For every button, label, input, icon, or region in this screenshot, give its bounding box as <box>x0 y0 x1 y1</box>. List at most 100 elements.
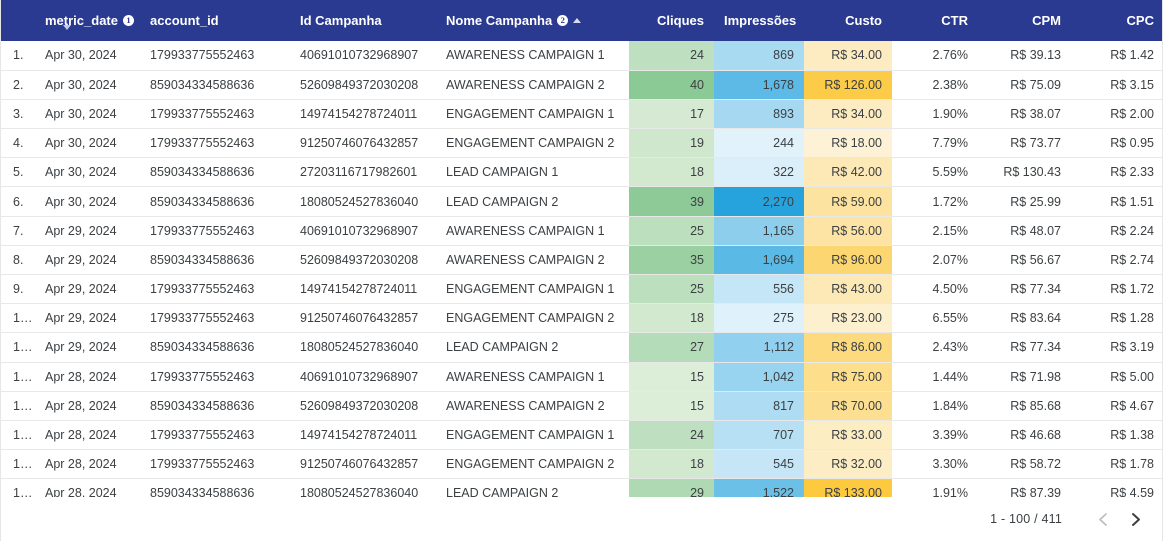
cell-acct: 179933775552463 <box>140 274 290 305</box>
cell-cid: 14974154278724011 <box>290 420 436 451</box>
column-header-cst[interactable]: Custo <box>804 0 892 41</box>
table-row[interactable]: 9. Apr 29, 2024 179933775552463 14974154278… <box>1 274 1162 305</box>
column-header-clq[interactable]: Cliques <box>629 0 714 41</box>
cell-cpc: R$ 0.95 <box>1071 128 1162 159</box>
cell-ctr: 3.30% <box>892 449 978 480</box>
cell-cpm: R$ 77.34 <box>978 332 1071 363</box>
sort-descending-icon[interactable] <box>63 25 71 30</box>
sort-ascending-icon[interactable] <box>573 18 582 23</box>
column-header-imp[interactable]: Impressões <box>714 0 804 41</box>
cell-acct: 179933775552463 <box>140 216 290 246</box>
table-row[interactable]: 8. Apr 29, 2024 859034334588636 52609849372… <box>1 245 1162 276</box>
report-table-widget: metric_date 1 account_id Id Campanha Nome Ca… <box>0 0 1163 541</box>
cell-name: LEAD CAMPAIGN 2 <box>436 332 629 363</box>
cell-cpm: R$ 48.07 <box>978 216 1071 246</box>
table-row[interactable]: 1… Apr 28, 2024 179933775552463 91250746076… <box>1 449 1162 480</box>
previous-page-button[interactable] <box>1090 506 1116 532</box>
cell-cpm: R$ 73.77 <box>978 128 1071 159</box>
cell-idx: 1… <box>1 362 35 392</box>
cell-cst: R$ 59.00 <box>804 186 892 217</box>
cell-acct: 859034334588636 <box>140 186 290 217</box>
cell-ctr: 1.84% <box>892 391 978 421</box>
cell-cpm: R$ 83.64 <box>978 303 1071 334</box>
cell-name: AWARENESS CAMPAIGN 2 <box>436 70 629 100</box>
cell-cpm: R$ 85.68 <box>978 391 1071 421</box>
column-header-acct[interactable]: account_id <box>140 0 290 41</box>
column-header-ctr[interactable]: CTR <box>892 0 978 41</box>
cell-ctr: 1.72% <box>892 186 978 217</box>
cell-imp: 275 <box>714 303 804 334</box>
cell-ctr: 2.76% <box>892 41 978 71</box>
cell-date: Apr 29, 2024 <box>35 216 140 246</box>
column-header-inner: CTR <box>941 14 968 27</box>
table-row[interactable]: 1… Apr 29, 2024 859034334588636 18080524527… <box>1 332 1162 363</box>
column-header-label: account_id <box>150 13 219 28</box>
cell-name: AWARENESS CAMPAIGN 1 <box>436 41 629 71</box>
cell-cpc: R$ 4.67 <box>1071 391 1162 421</box>
cell-acct: 859034334588636 <box>140 245 290 276</box>
cell-clq: 18 <box>629 303 714 334</box>
cell-clq: 40 <box>629 70 714 100</box>
cell-date: Apr 28, 2024 <box>35 449 140 480</box>
cell-cpc: R$ 5.00 <box>1071 362 1162 392</box>
cell-acct: 859034334588636 <box>140 391 290 421</box>
cell-cst: R$ 32.00 <box>804 449 892 480</box>
cell-cst: R$ 56.00 <box>804 216 892 246</box>
column-header-date[interactable]: metric_date 1 <box>35 0 140 41</box>
column-header-cpm[interactable]: CPM <box>978 0 1071 41</box>
table-row[interactable]: 1… Apr 28, 2024 179933775552463 40691010732… <box>1 362 1162 392</box>
cell-cpm: R$ 46.68 <box>978 420 1071 451</box>
column-header-cpc[interactable]: CPC <box>1071 0 1162 41</box>
cell-cid: 52609849372030208 <box>290 391 436 421</box>
column-header-inner: account_id <box>150 14 219 27</box>
column-header-cid[interactable]: Id Campanha <box>290 0 436 41</box>
cell-date: Apr 30, 2024 <box>35 70 140 100</box>
cell-idx: 8. <box>1 245 35 276</box>
cell-date: Apr 29, 2024 <box>35 274 140 305</box>
cell-name: AWARENESS CAMPAIGN 2 <box>436 391 629 421</box>
cell-acct: 179933775552463 <box>140 449 290 480</box>
cell-cst: R$ 126.00 <box>804 70 892 100</box>
cell-imp: 1,112 <box>714 332 804 363</box>
cell-cpm: R$ 38.07 <box>978 99 1071 130</box>
table-row[interactable]: 1… Apr 28, 2024 179933775552463 14974154278… <box>1 420 1162 451</box>
cell-cpm: R$ 77.34 <box>978 274 1071 305</box>
cell-cid: 40691010732968907 <box>290 41 436 71</box>
cell-clq: 25 <box>629 216 714 246</box>
cell-idx: 4. <box>1 128 35 159</box>
cell-imp: 545 <box>714 449 804 480</box>
cell-cid: 91250746076432857 <box>290 449 436 480</box>
column-header-name[interactable]: Nome Campanha 2 <box>436 0 629 41</box>
table-row[interactable]: 1… Apr 28, 2024 859034334588636 52609849372… <box>1 391 1162 421</box>
cell-cst: R$ 43.00 <box>804 274 892 305</box>
table-row[interactable]: 6. Apr 30, 2024 859034334588636 18080524527… <box>1 186 1162 217</box>
table-row[interactable]: 7. Apr 29, 2024 179933775552463 40691010732… <box>1 216 1162 246</box>
cell-clq: 18 <box>629 157 714 188</box>
column-header-label: Custo <box>845 13 882 28</box>
info-icon[interactable]: 1 <box>122 15 134 26</box>
cell-acct: 859034334588636 <box>140 70 290 100</box>
cell-imp: 893 <box>714 99 804 130</box>
column-header-label: Cliques <box>657 13 704 28</box>
cell-acct: 179933775552463 <box>140 420 290 451</box>
table-row[interactable]: 1… Apr 29, 2024 179933775552463 91250746076… <box>1 303 1162 334</box>
table-row[interactable]: 5. Apr 30, 2024 859034334588636 27203116717… <box>1 157 1162 188</box>
cell-ctr: 2.07% <box>892 245 978 276</box>
info-icon[interactable]: 2 <box>557 15 569 26</box>
table-row[interactable]: 3. Apr 30, 2024 179933775552463 14974154278… <box>1 99 1162 130</box>
cell-clq: 17 <box>629 99 714 130</box>
table-row[interactable]: 4. Apr 30, 2024 179933775552463 91250746076… <box>1 128 1162 159</box>
column-header-label: CTR <box>941 13 968 28</box>
cell-cst: R$ 34.00 <box>804 41 892 71</box>
cell-date: Apr 30, 2024 <box>35 128 140 159</box>
table-row[interactable]: 2. Apr 30, 2024 859034334588636 52609849372… <box>1 70 1162 100</box>
column-header-label: Impressões <box>724 13 797 28</box>
cell-imp: 1,042 <box>714 362 804 392</box>
next-page-button[interactable] <box>1122 506 1148 532</box>
cell-cst: R$ 23.00 <box>804 303 892 334</box>
cell-cst: R$ 42.00 <box>804 157 892 188</box>
cell-idx: 1… <box>1 420 35 451</box>
cell-acct: 179933775552463 <box>140 99 290 130</box>
cell-cid: 91250746076432857 <box>290 128 436 159</box>
table-row[interactable]: 1. Apr 30, 2024 179933775552463 40691010732… <box>1 41 1162 71</box>
